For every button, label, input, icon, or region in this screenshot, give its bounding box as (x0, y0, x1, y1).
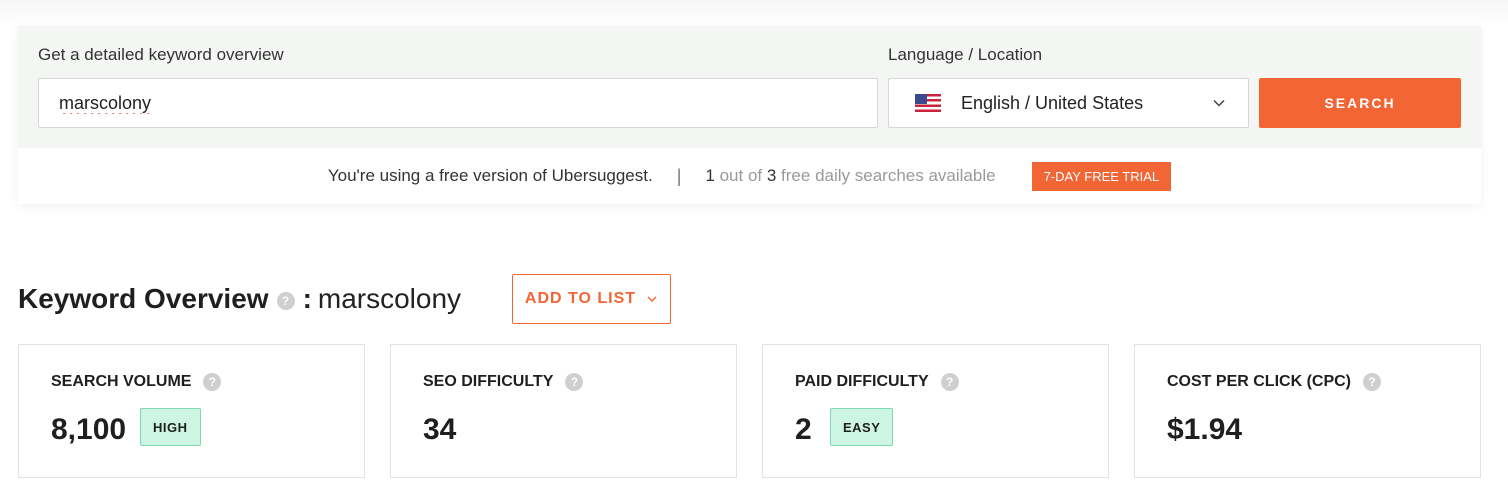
overview-keyword: marscolony (317, 283, 462, 314)
cpc-value: $1.94 (1167, 413, 1243, 446)
search-volume-value: 8,100 (51, 413, 127, 446)
keyword-search-input[interactable] (38, 78, 878, 128)
paid-difficulty-badge: EASY (830, 408, 894, 446)
keyword-search-panel: Get a detailed keyword overview Language… (18, 26, 1481, 204)
search-volume-badge: HIGH (140, 408, 201, 446)
help-icon[interactable]: ? (203, 373, 222, 391)
searches-used-count: 1 (705, 166, 715, 185)
card-label-wrap: COST PER CLICK (CPC) ? (1167, 373, 1381, 391)
add-to-list-button[interactable]: ADD TO LIST (512, 274, 671, 324)
keyword-input-label: Get a detailed keyword overview (38, 45, 284, 64)
us-flag-icon (915, 94, 941, 112)
card-label-wrap: SEARCH VOLUME ? (51, 373, 222, 391)
help-icon[interactable]: ? (940, 373, 959, 391)
cpc-card: COST PER CLICK (CPC) ? $1.94 (1134, 344, 1481, 478)
search-button[interactable]: SEARCH (1259, 78, 1461, 128)
search-volume-label: SEARCH VOLUME (51, 373, 192, 390)
seo-difficulty-value: 34 (423, 413, 457, 446)
paid-difficulty-label: PAID DIFFICULTY (795, 373, 929, 390)
language-location-label: Language / Location (888, 45, 1043, 64)
free-version-message: You're using a free version of Ubersugge… (327, 166, 653, 185)
paid-difficulty-value: 2 (795, 413, 812, 446)
top-shade (0, 0, 1508, 26)
free-version-bar: You're using a free version of Ubersugge… (18, 148, 1481, 204)
language-location-value: English / United States (961, 92, 1144, 113)
help-icon[interactable]: ? (565, 373, 584, 391)
chevron-down-icon (1213, 99, 1225, 107)
searches-available-text: free daily searches available (776, 166, 996, 185)
language-location-select[interactable]: English / United States (888, 78, 1249, 128)
title-colon: : (302, 283, 312, 314)
card-label-wrap: PAID DIFFICULTY ? (795, 373, 959, 391)
seo-difficulty-card: SEO DIFFICULTY ? 34 (390, 344, 737, 478)
paid-difficulty-card: PAID DIFFICULTY ? 2 EASY (762, 344, 1109, 478)
card-label-wrap: SEO DIFFICULTY ? (423, 373, 584, 391)
search-volume-card: SEARCH VOLUME ? 8,100 HIGH (18, 344, 365, 478)
searches-out-of-text: out of (714, 166, 767, 185)
help-icon[interactable]: ? (276, 292, 295, 310)
separator: | (676, 165, 682, 186)
help-icon[interactable]: ? (1363, 373, 1381, 391)
keyword-overview-title: Keyword Overview ? : marscolony (18, 283, 461, 315)
free-trial-button[interactable]: 7-DAY FREE TRIAL (1031, 161, 1172, 191)
chevron-down-icon (647, 296, 657, 302)
searches-total-count: 3 (766, 166, 777, 185)
page-title: Keyword Overview (18, 283, 269, 314)
add-to-list-label: ADD TO LIST (524, 290, 637, 307)
cpc-label: COST PER CLICK (CPC) (1167, 373, 1351, 390)
seo-difficulty-label: SEO DIFFICULTY (423, 373, 554, 390)
